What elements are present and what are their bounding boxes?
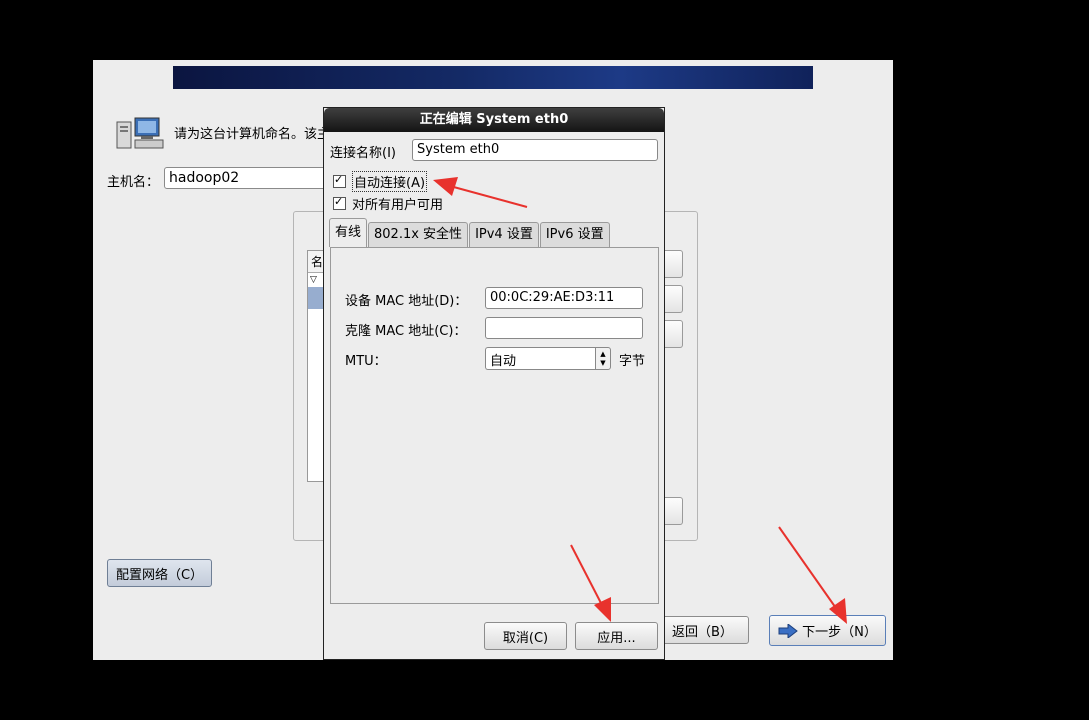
- tab-ipv4-settings[interactable]: IPv4 设置: [469, 222, 539, 247]
- next-label: 下一步（N）: [802, 625, 877, 640]
- tab-wired[interactable]: 有线: [329, 218, 368, 247]
- cancel-label: 取消(C): [502, 630, 549, 646]
- auto-connect-checkbox[interactable]: [333, 173, 346, 188]
- next-arrow-icon: [778, 623, 798, 638]
- connection-name-label: 连接名称(I): [330, 146, 396, 161]
- auto-connect-row[interactable]: 自动连接(A): [333, 171, 428, 192]
- mtu-spin-buttons[interactable]: ▲ ▼: [595, 347, 611, 370]
- mtu-label: MTU：: [345, 354, 387, 369]
- spin-down-icon[interactable]: ▼: [600, 359, 605, 368]
- back-button[interactable]: 返回（B）: [659, 616, 749, 644]
- mtu-spinner[interactable]: 自动 ▲ ▼: [485, 347, 611, 370]
- spin-up-icon[interactable]: ▲: [600, 350, 605, 359]
- edit-connection-dialog: 正在编辑 System eth0 连接名称(I) System eth0 自动连…: [323, 107, 665, 660]
- apply-button[interactable]: 应用...: [575, 622, 658, 650]
- configure-network-label: 配置网络（C）: [115, 567, 204, 583]
- installer-banner: [173, 66, 813, 89]
- clone-mac-input[interactable]: [485, 317, 643, 339]
- side-button-edit[interactable]: [662, 285, 683, 313]
- tab-ipv6-settings[interactable]: IPv6 设置: [539, 222, 610, 247]
- side-button-add[interactable]: [662, 250, 683, 278]
- intro-text: 请为这台计算机命名。该主: [174, 127, 331, 142]
- hostname-input[interactable]: hadoop02: [164, 167, 334, 189]
- clone-mac-label: 克隆 MAC 地址(C)：: [345, 324, 467, 339]
- settings-tabs: 有线 802.1x 安全性 IPv4 设置 IPv6 设置: [329, 218, 611, 247]
- next-button[interactable]: 下一步（N）: [769, 615, 886, 646]
- side-button-delete[interactable]: [662, 320, 683, 348]
- device-mac-input[interactable]: 00:0C:29:AE:D3:11: [485, 287, 643, 309]
- all-users-label: 对所有用户可用: [352, 198, 444, 213]
- connection-name-input[interactable]: System eth0: [412, 139, 658, 161]
- tab-8021x-security[interactable]: 802.1x 安全性: [368, 222, 469, 247]
- mtu-unit: 字节: [619, 354, 646, 369]
- all-users-checkbox[interactable]: [333, 195, 346, 210]
- configure-network-button[interactable]: 配置网络（C）: [107, 559, 212, 587]
- hostname-label: 主机名：: [107, 175, 160, 190]
- back-label: 返回（B）: [672, 624, 733, 640]
- auto-connect-label: 自动连接(A): [352, 171, 428, 192]
- apply-label: 应用...: [597, 630, 636, 646]
- side-button-close[interactable]: [662, 497, 683, 525]
- cancel-button[interactable]: 取消(C): [484, 622, 567, 650]
- all-users-row[interactable]: 对所有用户可用: [333, 194, 443, 213]
- computer-network-icon: [116, 117, 164, 149]
- mtu-value[interactable]: 自动: [485, 347, 595, 370]
- dialog-title: 正在编辑 System eth0: [324, 108, 664, 132]
- device-mac-label: 设备 MAC 地址(D)：: [345, 294, 468, 309]
